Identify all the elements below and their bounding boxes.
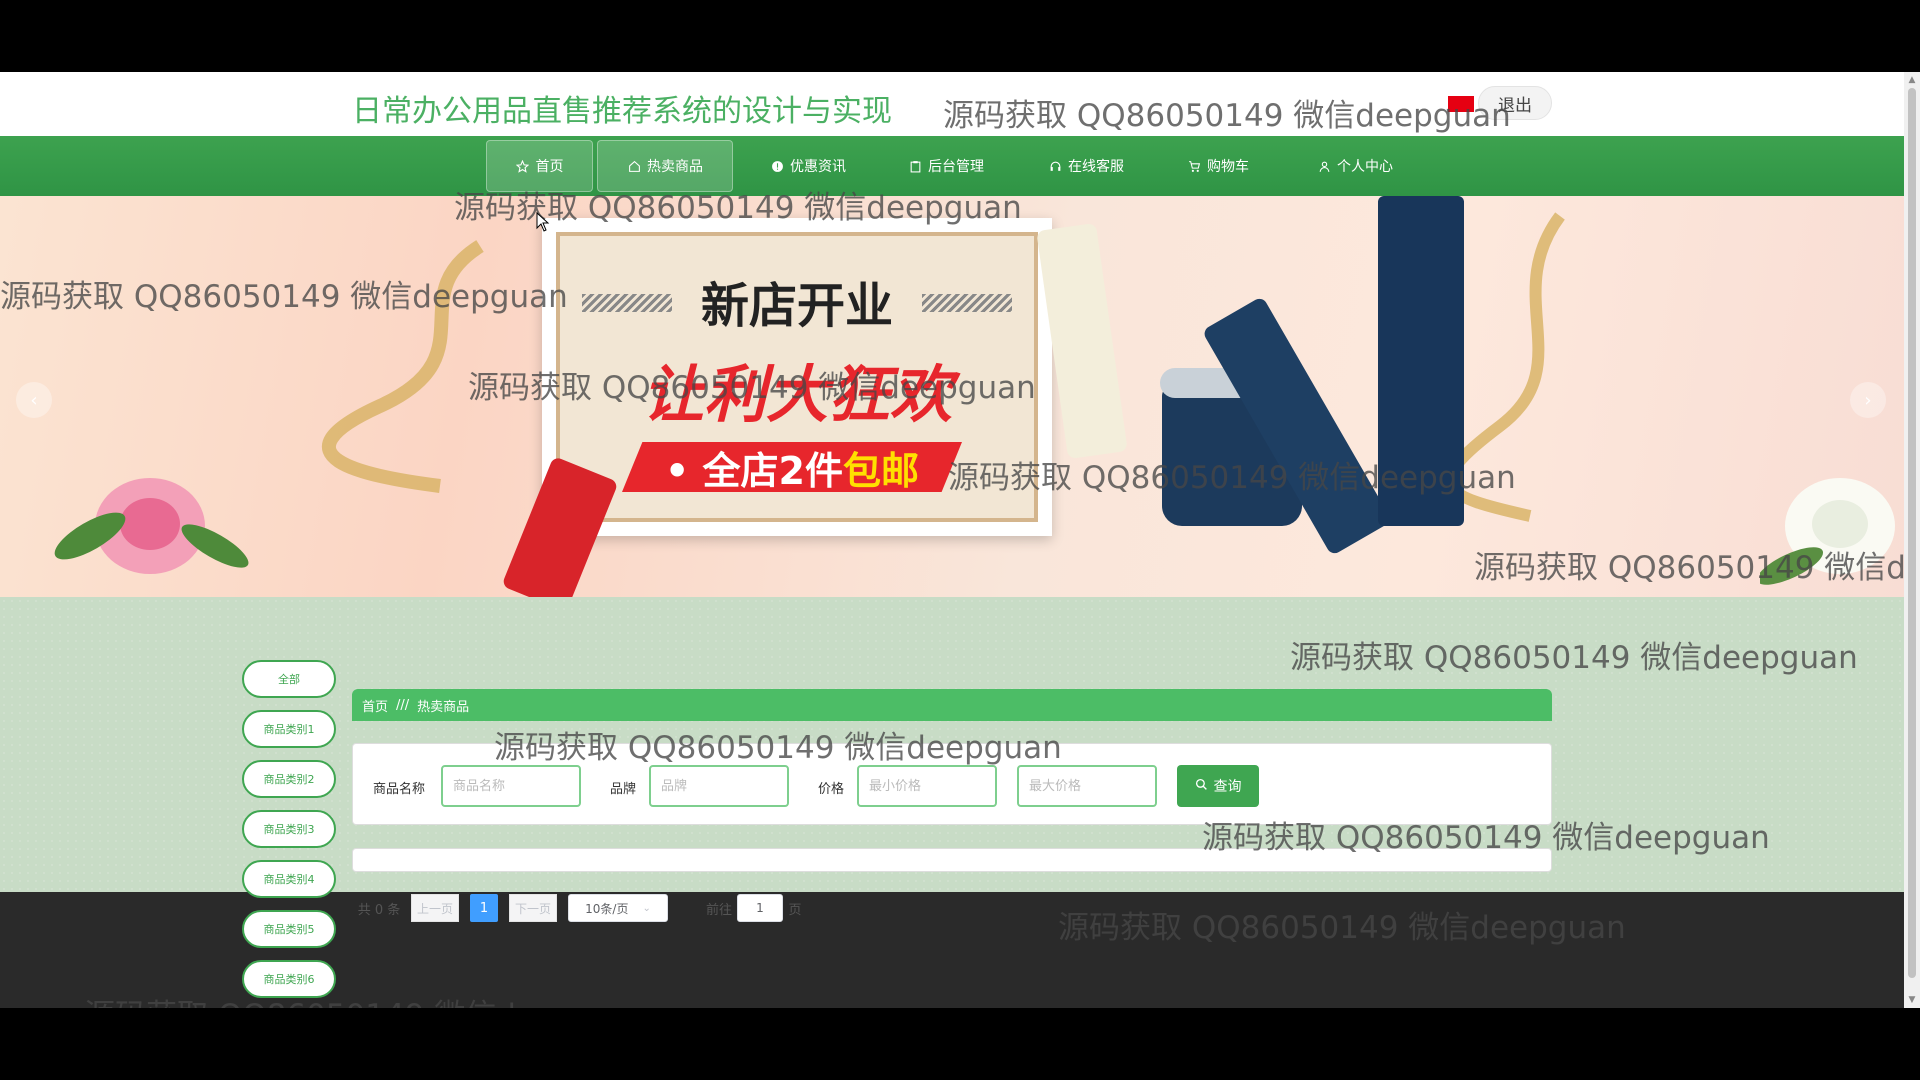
nav-item-support[interactable]: 在线客服 (1028, 140, 1144, 192)
flower-decoration (54, 478, 249, 574)
category-button-4[interactable]: 商品类别4 (242, 860, 336, 898)
browser-page: 日常办公用品直售推荐系统的设计与实现 退出 首页 热卖商品 优惠资讯 后台管理 … (0, 72, 1920, 1008)
nav-item-hot-products[interactable]: 热卖商品 (597, 140, 733, 192)
category-button-1[interactable]: 商品类别1 (242, 710, 336, 748)
nav-label: 首页 (535, 159, 564, 175)
user-icon (1317, 159, 1331, 173)
search-button[interactable]: 查询 (1177, 765, 1259, 807)
next-page-button[interactable]: 下一页 (509, 894, 557, 922)
nav-label: 购物车 (1207, 159, 1249, 175)
nav-label: 个人中心 (1337, 159, 1393, 175)
product-name-input[interactable] (441, 765, 581, 807)
cart-icon (1187, 159, 1201, 173)
promo-ribbon: • 全店2件 包邮 (622, 442, 962, 492)
page-number-current[interactable]: 1 (470, 894, 498, 922)
breadcrumb-separator: /// (396, 697, 410, 713)
ribbon-decoration (322, 240, 484, 493)
ribbon-highlight: 包邮 (842, 448, 919, 493)
page-size-select[interactable]: 10条/页 ⌄ (568, 894, 668, 922)
page-scrollbar[interactable]: ▲ ▼ (1904, 72, 1920, 1008)
flag-icon (1448, 96, 1474, 112)
main-nav: 首页 热卖商品 优惠资讯 后台管理 在线客服 购物车 个人中心 (0, 136, 1904, 196)
scroll-down-icon[interactable]: ▼ (1904, 992, 1920, 1008)
banner-carousel: 新店开业 让利大狂欢 • 全店2件 包邮 ‹ › (0, 196, 1904, 597)
promo-headline: 新店开业 (700, 278, 893, 334)
category-button-2[interactable]: 商品类别2 (242, 760, 336, 798)
name-label: 商品名称 (373, 782, 426, 797)
clipboard-icon (908, 159, 922, 173)
breadcrumb: 首页 /// 热卖商品 (352, 689, 1552, 721)
site-header: 日常办公用品直售推荐系统的设计与实现 退出 (0, 72, 1904, 136)
promo-card: 新店开业 让利大狂欢 • 全店2件 包邮 (542, 218, 1052, 536)
search-button-label: 查询 (1213, 778, 1242, 794)
nav-item-deals[interactable]: 优惠资讯 (752, 140, 864, 192)
brand-input[interactable] (649, 765, 789, 807)
goto-page-input[interactable]: 1 (737, 894, 783, 922)
ribbon-text: • 全店2件 (665, 448, 843, 493)
site-title: 日常办公用品直售推荐系统的设计与实现 (352, 94, 892, 129)
goto-suffix: 页 (788, 902, 802, 918)
chevron-down-icon: ⌄ (642, 902, 651, 914)
search-panel: 商品名称 品牌 价格 查询 (352, 743, 1552, 825)
nav-item-admin[interactable]: 后台管理 (890, 140, 1002, 192)
promo-subheadline: 让利大狂欢 (641, 358, 952, 431)
min-price-input[interactable] (857, 765, 997, 807)
nav-label: 后台管理 (928, 159, 984, 175)
prev-page-button[interactable]: 上一页 (411, 894, 459, 922)
category-button-3[interactable]: 商品类别3 (242, 810, 336, 848)
nav-label: 优惠资讯 (790, 159, 846, 175)
search-icon (1195, 778, 1208, 794)
info-icon (770, 159, 784, 173)
category-button-6[interactable]: 商品类别6 (242, 960, 336, 998)
brand-label: 品牌 (610, 782, 637, 797)
breadcrumb-current: 热卖商品 (417, 699, 470, 715)
scroll-thumb[interactable] (1908, 88, 1916, 978)
white-rose-decoration (1760, 478, 1895, 585)
nav-item-home[interactable]: 首页 (486, 140, 593, 192)
chevron-right-icon[interactable]: › (1850, 382, 1886, 418)
nav-label: 热卖商品 (647, 159, 703, 175)
pagination-total: 共 0 条 (357, 902, 401, 918)
price-label: 价格 (818, 782, 845, 797)
chevron-left-icon[interactable]: ‹ (16, 382, 52, 418)
page-size-value: 10条/页 (585, 901, 629, 916)
category-all-button[interactable]: 全部 (242, 660, 336, 698)
serum-bottle-product (1378, 196, 1464, 526)
max-price-input[interactable] (1017, 765, 1157, 807)
star-icon (516, 159, 530, 173)
category-button-5[interactable]: 商品类别5 (242, 910, 336, 948)
nav-label: 在线客服 (1068, 159, 1124, 175)
product-list (352, 848, 1552, 872)
headset-icon (1048, 159, 1062, 173)
nav-item-cart[interactable]: 购物车 (1170, 140, 1266, 192)
nav-item-profile[interactable]: 个人中心 (1300, 140, 1410, 192)
home-icon (627, 159, 641, 173)
mouse-cursor-icon (536, 212, 550, 232)
breadcrumb-home[interactable]: 首页 (362, 696, 388, 715)
scroll-up-icon[interactable]: ▲ (1904, 72, 1920, 88)
goto-prefix: 前往 (705, 902, 732, 918)
logout-button[interactable]: 退出 (1478, 86, 1552, 120)
